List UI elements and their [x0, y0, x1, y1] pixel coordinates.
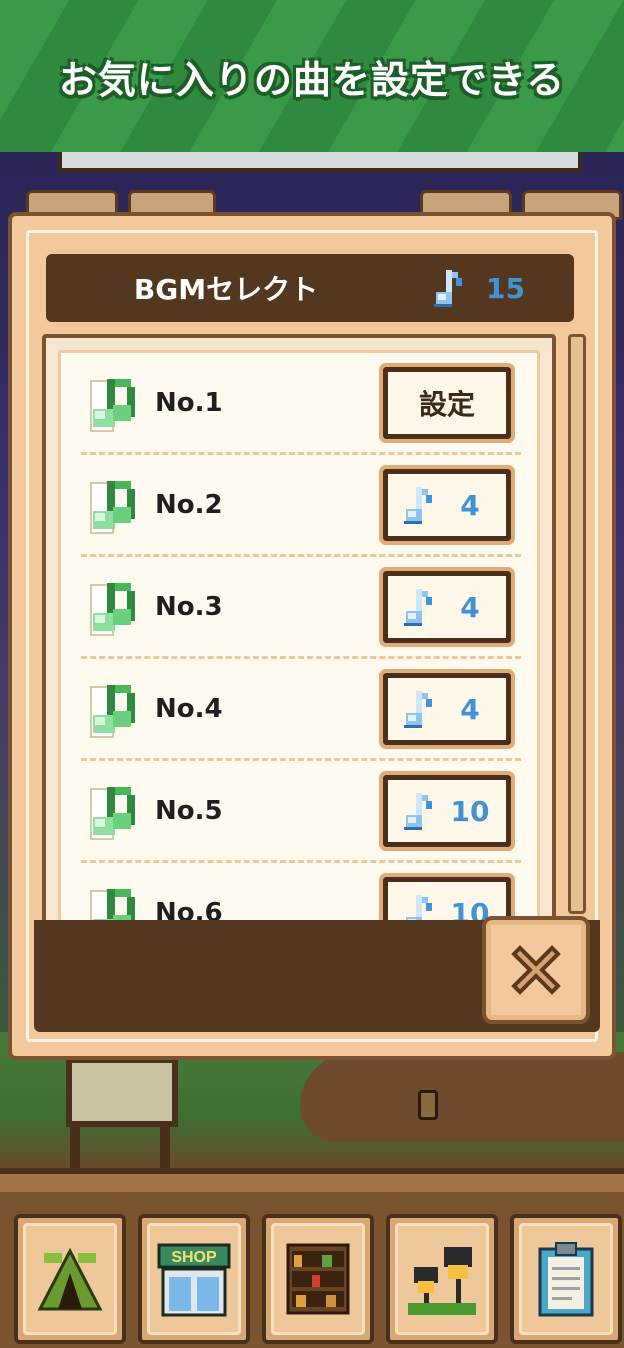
bgm-list-item: No.3 4 — [61, 557, 537, 659]
music-note-icon — [404, 793, 432, 830]
bgm-list-item: No.5 10 — [61, 761, 537, 863]
nav-strip — [0, 1174, 624, 1192]
unlock-cost: 4 — [460, 692, 480, 726]
track-label: No.3 — [155, 592, 223, 622]
shop-sign-text: SHOP — [171, 1249, 217, 1266]
bgm-list-item: No.6 10 — [61, 863, 537, 924]
lamp-icon — [418, 1090, 438, 1120]
bgm-list-panel: No.1 設定 No.2 4 No.3 4 No.4 4 No.5 10 No.6 10 — [42, 334, 556, 924]
bgm-list: No.1 設定 No.2 4 No.3 4 No.4 4 No.5 10 No.6 10 — [58, 350, 540, 924]
nav-btn-face — [271, 1223, 365, 1335]
nav-btn-face — [23, 1223, 117, 1335]
music-track-icon — [90, 583, 135, 636]
currency-count: 15 — [486, 271, 525, 305]
music-note-icon — [404, 589, 432, 626]
set-bgm-button[interactable]: 設定 — [379, 363, 515, 443]
nav-tasks-button[interactable] — [510, 1214, 622, 1344]
music-track-icon — [90, 379, 135, 432]
signboard — [66, 1057, 178, 1127]
clipboard-icon — [538, 1242, 594, 1317]
list-scrollbar[interactable] — [568, 334, 586, 914]
track-label: No.5 — [155, 796, 223, 826]
nav-btn-face — [395, 1223, 489, 1335]
unlock-bgm-button[interactable]: 4 — [379, 567, 515, 647]
music-track-icon — [90, 481, 135, 534]
banner-text: お気に入りの曲を設定できる — [58, 57, 566, 102]
music-track-icon — [90, 787, 135, 840]
nav-shop-button[interactable]: SHOP — [138, 1214, 250, 1344]
lamp-icon — [408, 1247, 476, 1315]
music-track-icon — [90, 889, 135, 920]
unlock-bgm-button[interactable]: 4 — [379, 669, 515, 749]
set-button-label: 設定 — [418, 388, 475, 421]
music-note-icon — [404, 487, 432, 524]
nav-btn-face — [519, 1223, 613, 1335]
music-track-icon — [90, 685, 135, 738]
unlock-bgm-button[interactable]: 4 — [379, 465, 515, 545]
promo-banner: お気に入りの曲を設定できる — [0, 0, 624, 152]
bottom-nav: SHOP — [0, 1168, 624, 1348]
track-label: No.4 — [155, 694, 223, 724]
unlock-bgm-button[interactable]: 10 — [379, 771, 515, 851]
close-icon — [511, 945, 561, 995]
music-note-icon — [404, 691, 432, 728]
dialog-header: BGMセレクト 15 — [46, 254, 574, 322]
scene-top-bar — [58, 152, 582, 172]
bookshelf-icon — [286, 1243, 350, 1315]
bgm-select-dialog: BGMセレクト 15 No.1 設定 No.2 4 No.3 4 No.4 4 No.5 10 No… — [8, 212, 616, 1060]
music-note-icon — [434, 270, 462, 307]
unlock-cost: 4 — [460, 590, 480, 624]
nav-decor-button[interactable] — [386, 1214, 498, 1344]
track-label: No.1 — [155, 388, 223, 418]
unlock-cost: 4 — [460, 488, 480, 522]
dialog-title: BGMセレクト — [133, 273, 319, 306]
close-button[interactable] — [482, 916, 590, 1024]
track-label: No.6 — [155, 898, 223, 924]
track-label: No.2 — [155, 490, 223, 520]
bgm-list-item: No.4 4 — [61, 659, 537, 761]
unlock-cost: 10 — [450, 794, 490, 828]
nav-btn-face: SHOP — [147, 1223, 241, 1335]
shop-icon: SHOP — [157, 1243, 231, 1317]
nav-camp-button[interactable] — [14, 1214, 126, 1344]
unlock-bgm-button[interactable]: 10 — [379, 873, 515, 920]
dirt-path — [300, 1052, 624, 1142]
nav-inventory-button[interactable] — [262, 1214, 374, 1344]
tent-icon — [37, 1247, 103, 1311]
bgm-list-item: No.2 4 — [61, 455, 537, 557]
bgm-list-item: No.1 設定 — [61, 353, 537, 455]
